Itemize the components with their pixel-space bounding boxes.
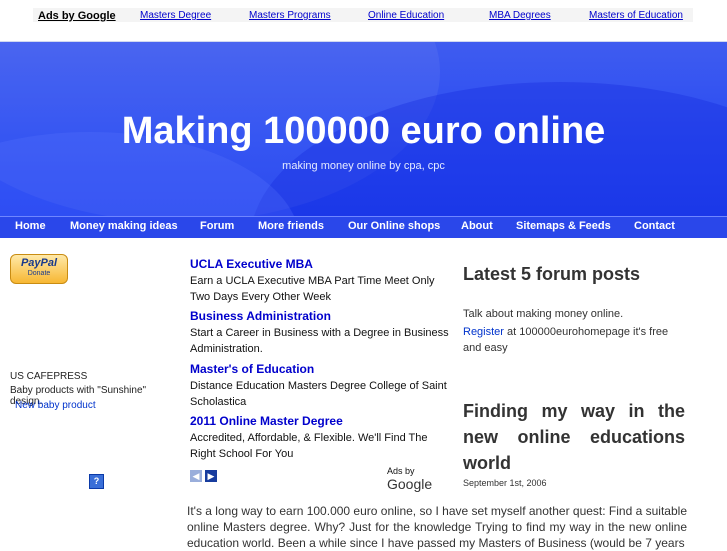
ad-link-masters-of-education[interactable]: Masters of Education [589,9,683,23]
ad-title[interactable]: Master's of Education [190,362,455,376]
post-body: It's a long way to earn 100.000 euro onl… [187,504,687,550]
nav-item-money-making-ideas[interactable]: Money making ideas [70,220,178,232]
ad-link-mba-degrees[interactable]: MBA Degrees [489,9,551,23]
site-header: Making 100000 euro online making money o… [0,42,727,216]
ad-link-masters-degree[interactable]: Masters Degree [140,9,211,23]
post-title[interactable]: Finding my way in the new online educati… [463,398,685,476]
ad-description: Distance Education Masters Degree Colleg… [190,380,447,408]
prev-ad-icon[interactable]: ◀ [190,470,202,482]
register-link[interactable]: Register [463,326,504,338]
ads-by-google-label[interactable]: Ads by Google [38,9,116,23]
google-ad-block: UCLA Executive MBA Earn a UCLA Executive… [187,254,457,492]
left-sidebar: PayPal Donate US CAFEPRESS Baby products… [0,238,180,545]
ad-links-strip: Ads by Google Masters Degree Masters Pro… [33,8,693,22]
nav-item-contact[interactable]: Contact [634,220,675,232]
site-subtitle: making money online by cpa, cpc [282,160,445,172]
nav-item-online-shops[interactable]: Our Online shops [348,220,440,232]
ad-description: Accredited, Affordable, & Flexible. We'l… [190,432,428,460]
paypal-donate-button[interactable]: PayPal Donate [10,254,68,284]
paypal-logo: PayPal [20,257,58,269]
nav-item-about[interactable]: About [461,220,493,232]
site-title[interactable]: Making 100000 euro online [0,110,727,153]
ad-unit: Master's of Education Distance Education… [190,362,455,410]
nav-item-forum[interactable]: Forum [200,220,234,232]
nav-item-sitemaps-feeds[interactable]: Sitemaps & Feeds [516,220,611,232]
ad-description: Earn a UCLA Executive MBA Part Time Meet… [190,275,435,303]
forum-intro: Talk about making money online. [463,308,624,320]
help-icon[interactable]: ? [89,474,104,489]
ad-pager: ◀ ▶ [190,466,220,484]
top-ad-bar: Ads by Google Masters Degree Masters Pro… [0,0,727,42]
nav-item-more-friends[interactable]: More friends [258,220,324,232]
donate-label: Donate [27,270,51,277]
shop-title: US CAFEPRESS [10,371,88,382]
ad-title[interactable]: 2011 Online Master Degree [190,414,455,428]
google-logo: Google [387,476,433,492]
shop-link[interactable]: New baby product [15,400,96,411]
next-ad-icon[interactable]: ▶ [205,470,217,482]
forum-register-text: Register at 100000eurohomepage it's free… [463,324,688,356]
ad-title[interactable]: Business Administration [190,309,455,323]
ad-link-online-education[interactable]: Online Education [368,9,444,23]
ads-by-google-badge[interactable]: Ads by Google [387,466,457,492]
nav-item-home[interactable]: Home [15,220,46,232]
post-date: September 1st, 2006 [463,478,547,488]
ad-description: Start a Career in Business with a Degree… [190,327,449,355]
ad-unit: Business Administration Start a Career i… [190,309,455,357]
ads-by-text: Ads by [387,466,415,476]
ad-title[interactable]: UCLA Executive MBA [190,257,455,271]
ad-unit: 2011 Online Master Degree Accredited, Af… [190,414,455,462]
ad-link-masters-programs[interactable]: Masters Programs [249,9,331,23]
forum-heading: Latest 5 forum posts [463,264,641,284]
ad-unit: UCLA Executive MBA Earn a UCLA Executive… [190,257,455,305]
main-nav: Home Money making ideas Forum More frien… [0,216,727,238]
